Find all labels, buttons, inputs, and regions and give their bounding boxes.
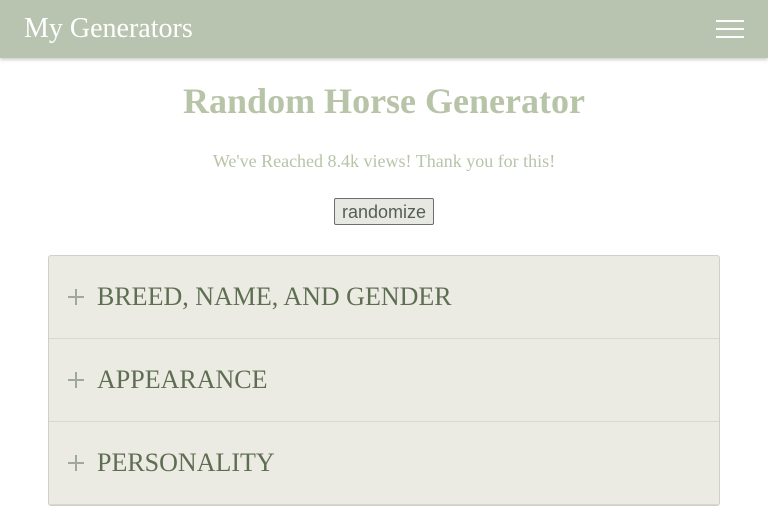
accordion-item-label: BREED, NAME, AND GENDER — [97, 282, 452, 311]
accordion-item-label: APPEARANCE — [97, 365, 268, 394]
plus-icon — [68, 455, 84, 471]
accordion-item-breed-name-gender[interactable]: BREED, NAME, AND GENDER — [49, 256, 719, 339]
plus-icon — [68, 372, 84, 388]
views-message: We've Reached 8.4k views! Thank you for … — [212, 151, 556, 171]
accordion-item-appearance[interactable]: APPEARANCE — [49, 339, 719, 422]
accordion-item-label: PERSONALITY — [97, 448, 275, 477]
menu-bar-bottom — [716, 36, 744, 38]
main-content: Random Horse Generator We've Reached 8.4… — [0, 58, 768, 506]
menu-bar-middle — [716, 28, 744, 30]
randomize-button[interactable]: randomize — [334, 198, 434, 225]
accordion-item-personality[interactable]: PERSONALITY — [49, 422, 719, 505]
plus-icon — [68, 289, 84, 305]
top-navbar: My Generators — [0, 0, 768, 58]
generator-accordion: BREED, NAME, AND GENDER APPEARANCE PERSO… — [48, 255, 720, 506]
menu-bar-top — [716, 20, 744, 22]
site-brand-link[interactable]: My Generators — [24, 11, 193, 47]
page-title: Random Horse Generator — [183, 81, 585, 121]
hamburger-menu-icon[interactable] — [716, 19, 744, 39]
